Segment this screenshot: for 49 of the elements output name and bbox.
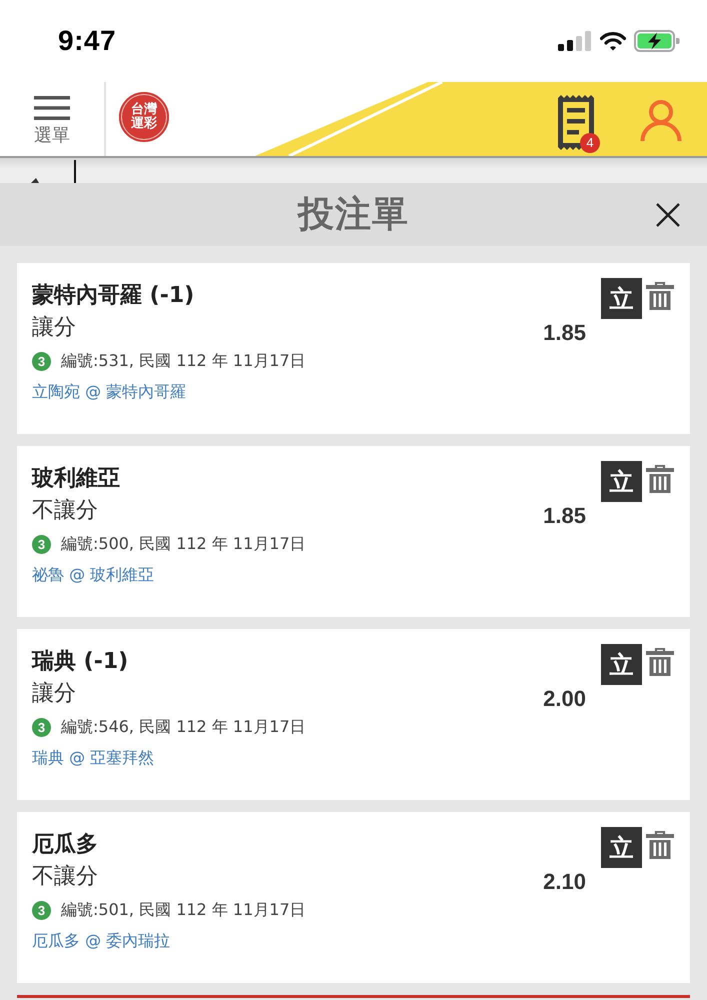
odds-value: 1.85 <box>543 503 586 529</box>
number-badge: 3 <box>32 900 51 920</box>
match-info: 編號:500, 民國 112 年 11月17日 <box>61 533 306 555</box>
chevron-icon <box>31 178 39 183</box>
trash-icon <box>646 831 674 859</box>
match-info: 編號:546, 民國 112 年 11月17日 <box>61 716 306 738</box>
number-badge: 3 <box>32 352 51 370</box>
match-link[interactable]: 瑞典 @ 亞塞拜然 <box>32 748 154 767</box>
market-type: 讓分 <box>32 315 76 341</box>
number-badge: 3 <box>32 718 51 736</box>
match-link[interactable]: 立陶宛 @ 蒙特內哥羅 <box>32 382 186 401</box>
delete-button[interactable] <box>646 465 674 493</box>
single-bet-button[interactable]: 立 <box>601 827 642 868</box>
match-link[interactable]: 厄瓜多 @ 委內瑞拉 <box>32 931 170 950</box>
menu-button[interactable]: 選單 <box>0 82 104 147</box>
selection-name: 瑞典 (-1) <box>32 649 128 675</box>
battery-icon <box>634 30 680 52</box>
selection-name: 厄瓜多 <box>32 832 98 858</box>
delete-button[interactable] <box>646 648 674 676</box>
delete-button[interactable] <box>646 831 674 859</box>
close-icon <box>656 202 680 226</box>
wifi-icon <box>600 32 626 50</box>
odds-value: 2.10 <box>543 869 586 895</box>
odds-value: 1.85 <box>543 320 586 346</box>
trash-icon <box>646 648 674 676</box>
bet-slip-button[interactable]: 4 <box>555 95 597 150</box>
odds-value: 2.00 <box>543 686 586 712</box>
market-type: 不讓分 <box>32 498 98 524</box>
match-info: 編號:531, 民國 112 年 11月17日 <box>61 350 306 372</box>
market-type: 不讓分 <box>32 864 98 890</box>
person-icon <box>640 100 682 142</box>
close-button[interactable] <box>656 202 680 226</box>
number-badge: 3 <box>32 534 51 554</box>
single-bet-button[interactable]: 立 <box>601 461 642 502</box>
trash-icon <box>646 282 674 310</box>
delete-button[interactable] <box>646 282 674 310</box>
match-info: 編號:501, 民國 112 年 11月17日 <box>61 899 306 921</box>
selection-name: 蒙特內哥羅 (-1) <box>32 283 194 309</box>
menu-icon <box>34 96 70 120</box>
logo: 台灣 運彩 <box>119 92 169 142</box>
single-bet-button[interactable]: 立 <box>601 278 642 319</box>
signal-icon <box>558 31 592 51</box>
market-type: 讓分 <box>32 681 76 707</box>
panel-title: 投注單 <box>298 193 409 237</box>
status-time: 9:47 <box>58 25 116 57</box>
match-link[interactable]: 祕魯 @ 玻利維亞 <box>32 565 154 584</box>
trash-icon <box>646 465 674 493</box>
single-bet-button[interactable]: 立 <box>601 644 642 685</box>
selection-name: 玻利維亞 <box>32 466 120 492</box>
